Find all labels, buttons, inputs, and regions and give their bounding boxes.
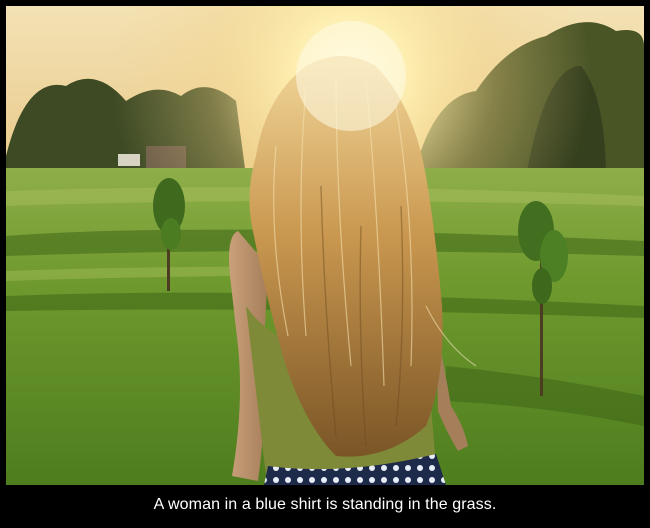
sun-flare (296, 21, 406, 131)
image-frame (0, 0, 650, 528)
image-caption: A woman in a blue shirt is standing in t… (153, 496, 497, 513)
photo-scene (6, 6, 644, 485)
photo (6, 6, 644, 485)
